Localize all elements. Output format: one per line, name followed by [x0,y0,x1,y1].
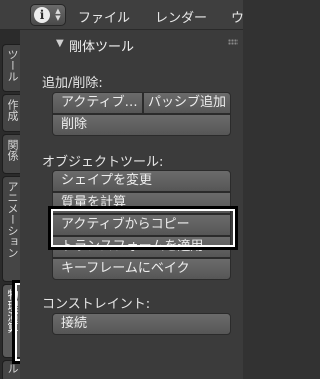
tab-more[interactable]: ル [2,360,20,379]
menu-window[interactable]: ウ [231,7,244,26]
menu-file[interactable]: ファイル [78,7,130,26]
panel-title: 剛体ツール [69,40,135,55]
tab-animation[interactable]: アニメーション [2,176,20,282]
tab-physics[interactable]: 物理演算 [2,284,20,358]
remove-button[interactable]: 削除 [52,114,231,136]
collapse-triangle-icon: ▼ [56,38,64,49]
info-icon: i [34,7,50,23]
tab-tools[interactable]: ツール [2,44,20,92]
change-shape-button[interactable]: シェイプを変更 [52,170,231,192]
updown-arrows-icon: ▲ ▼ [55,7,61,22]
add-remove-label: 追加/削除: [42,76,103,91]
add-active-button[interactable]: アクティブ… [52,92,143,114]
bake-to-keyframes-button[interactable]: キーフレームにベイク [52,258,231,280]
drag-grip-icon[interactable] [228,39,238,45]
editor-header: i ▲ ▼ ファイル レンダー ウ [0,0,244,30]
editor-type-button[interactable]: i ▲ ▼ [30,4,66,26]
calculate-mass-button[interactable]: 質量を計算 [52,192,231,214]
panel-header[interactable]: ▼ 剛体ツール [20,30,243,56]
tool-shelf-tabs: ツール 作成 関係 アニメーション 物理演算 ル [0,30,20,379]
apply-transformation-button[interactable]: トランスフォームを適用 [52,236,231,258]
tab-relations[interactable]: 関係 [2,134,20,174]
object-tools-label: オブジェクトツール: [42,155,164,170]
menu-render[interactable]: レンダー [155,7,207,26]
copy-from-active-button[interactable]: アクティブからコピー [52,214,231,236]
tab-create[interactable]: 作成 [2,94,20,132]
constraints-label: コンストレイント: [42,297,151,312]
add-passive-button[interactable]: パッシブ追加 [143,92,231,114]
connect-button[interactable]: 接続 [52,313,231,335]
